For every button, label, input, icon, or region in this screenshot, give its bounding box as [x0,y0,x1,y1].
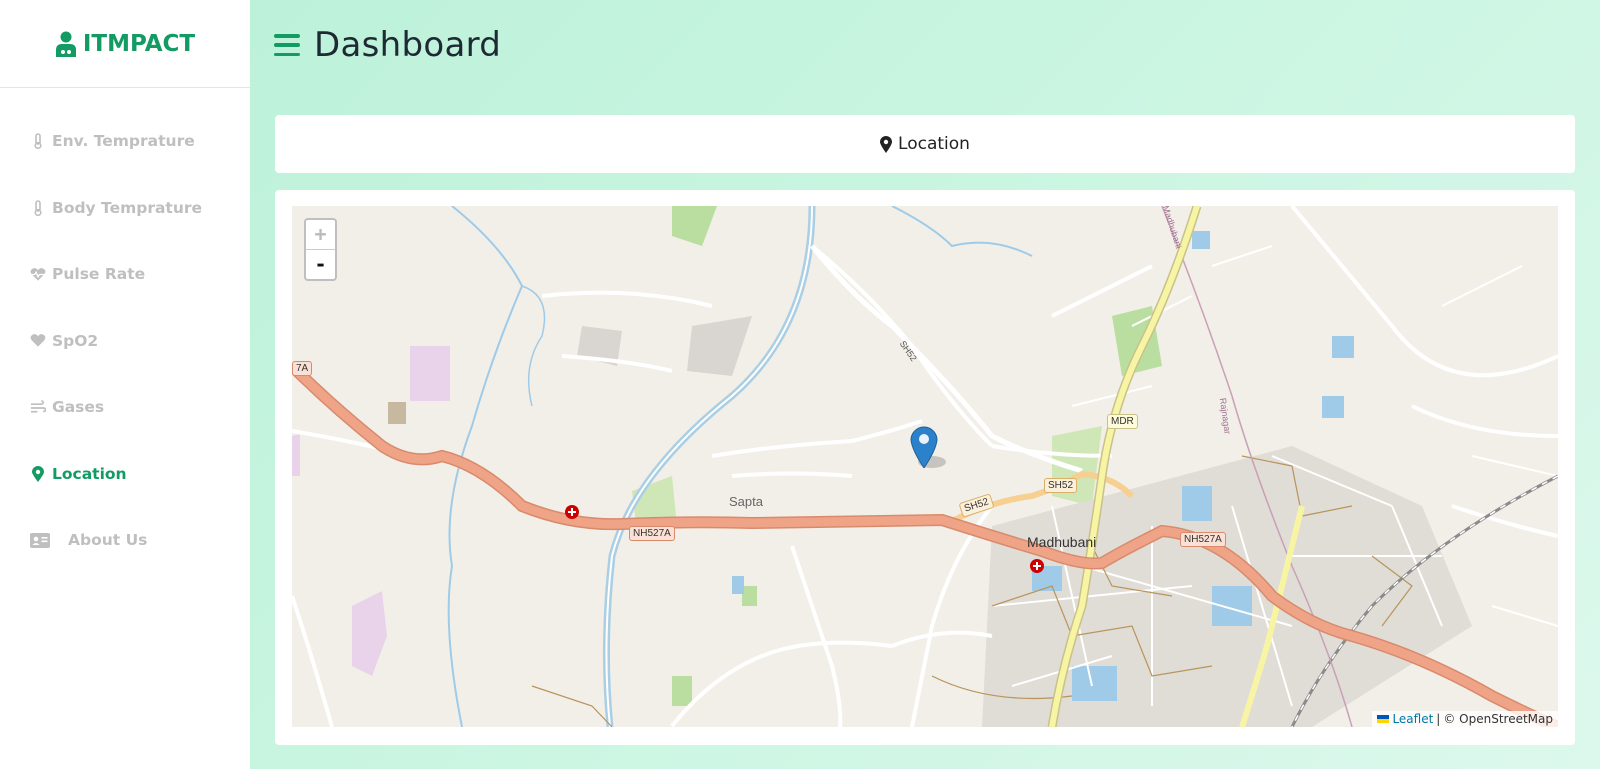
water-body [1072,666,1117,701]
doctor-icon [55,31,76,57]
map-attribution: Leaflet | © OpenStreetMap [1372,711,1558,727]
building-area [388,402,406,424]
road-label-nh527a-edge: 7A [292,361,313,376]
zoom-out-button[interactable]: - [306,250,335,280]
map-card: Sapta Madhubani NH527A NH527A 7A SH52 SH… [275,190,1575,745]
top-bar: Dashboard [250,0,1600,90]
road-label-mdr: MDR [1107,414,1138,429]
brand-name: ITMPACT [82,30,196,57]
town-label-madhubani: Madhubani [1027,534,1097,550]
sidebar-item-label: Body Temprature [52,198,203,217]
map-pin-icon [30,465,46,482]
sidebar-item-spo2[interactable]: SpO2 [0,308,250,375]
sidebar-item-body-temperature[interactable]: Body Temprature [0,175,250,242]
water-body [1322,396,1344,418]
village-label-sapta: Sapta [729,494,763,509]
heart-pulse-icon [30,266,46,282]
urban-area [687,316,752,376]
sidebar-item-location[interactable]: Location [0,441,250,508]
landuse-area [292,434,300,476]
zoom-control: + - [304,218,337,281]
landuse-area [410,346,450,401]
sidebar-item-label: Pulse Rate [52,265,146,284]
water-body [732,576,744,594]
location-marker-icon[interactable] [910,424,938,468]
sidebar-item-about-us[interactable]: About Us [0,507,250,574]
sidebar-item-label: Env. Temprature [52,132,195,151]
leaflet-link[interactable]: Leaflet [1392,712,1433,726]
wind-icon [30,399,46,415]
sidebar-item-env-temperature[interactable]: Env. Temprature [0,108,250,175]
road-label-nh527a: NH527A [629,526,675,541]
sidebar-item-gases[interactable]: Gases [0,374,250,441]
road-label-sh52: SH52 [1044,478,1078,493]
stream [521,285,546,407]
thermometer-icon [30,199,46,216]
sidebar-item-label: Gases [52,398,105,417]
park-area [672,206,717,246]
water-body [1212,586,1252,626]
menu-toggle-icon[interactable] [274,34,300,56]
sidebar-nav: Env. Temprature Body Temprature Pulse Ra… [0,108,250,574]
sidebar-item-label: Location [52,464,127,483]
water-body [1182,486,1212,521]
map-pin-icon [880,135,893,153]
sidebar-item-pulse-rate[interactable]: Pulse Rate [0,241,250,308]
water-body [1192,231,1210,249]
location-header-card: Location [275,115,1575,173]
water-body [1332,336,1354,358]
sidebar-item-label: SpO2 [52,331,99,350]
park-area [742,586,757,606]
heart-icon [30,333,46,349]
river [891,206,1033,257]
id-card-icon [30,532,50,548]
sidebar-item-label: About Us [68,531,148,550]
attribution-credit: © OpenStreetMap [1443,712,1553,726]
thermometer-icon [30,133,46,150]
page-title: Dashboard [314,25,502,65]
ukraine-flag-icon [1377,715,1390,723]
sidebar: ITMPACT Env. Temprature Body Temprature … [0,0,250,769]
zoom-in-button[interactable]: + [306,220,335,250]
location-card-label: Location [898,134,970,154]
attribution-separator: | [1436,712,1441,726]
landuse-area [352,591,387,676]
brand-logo[interactable]: ITMPACT [0,0,250,88]
park-area [672,676,692,706]
map-view[interactable]: Sapta Madhubani NH527A NH527A 7A SH52 SH… [292,206,1558,727]
road-label-nh527a: NH527A [1180,532,1226,547]
